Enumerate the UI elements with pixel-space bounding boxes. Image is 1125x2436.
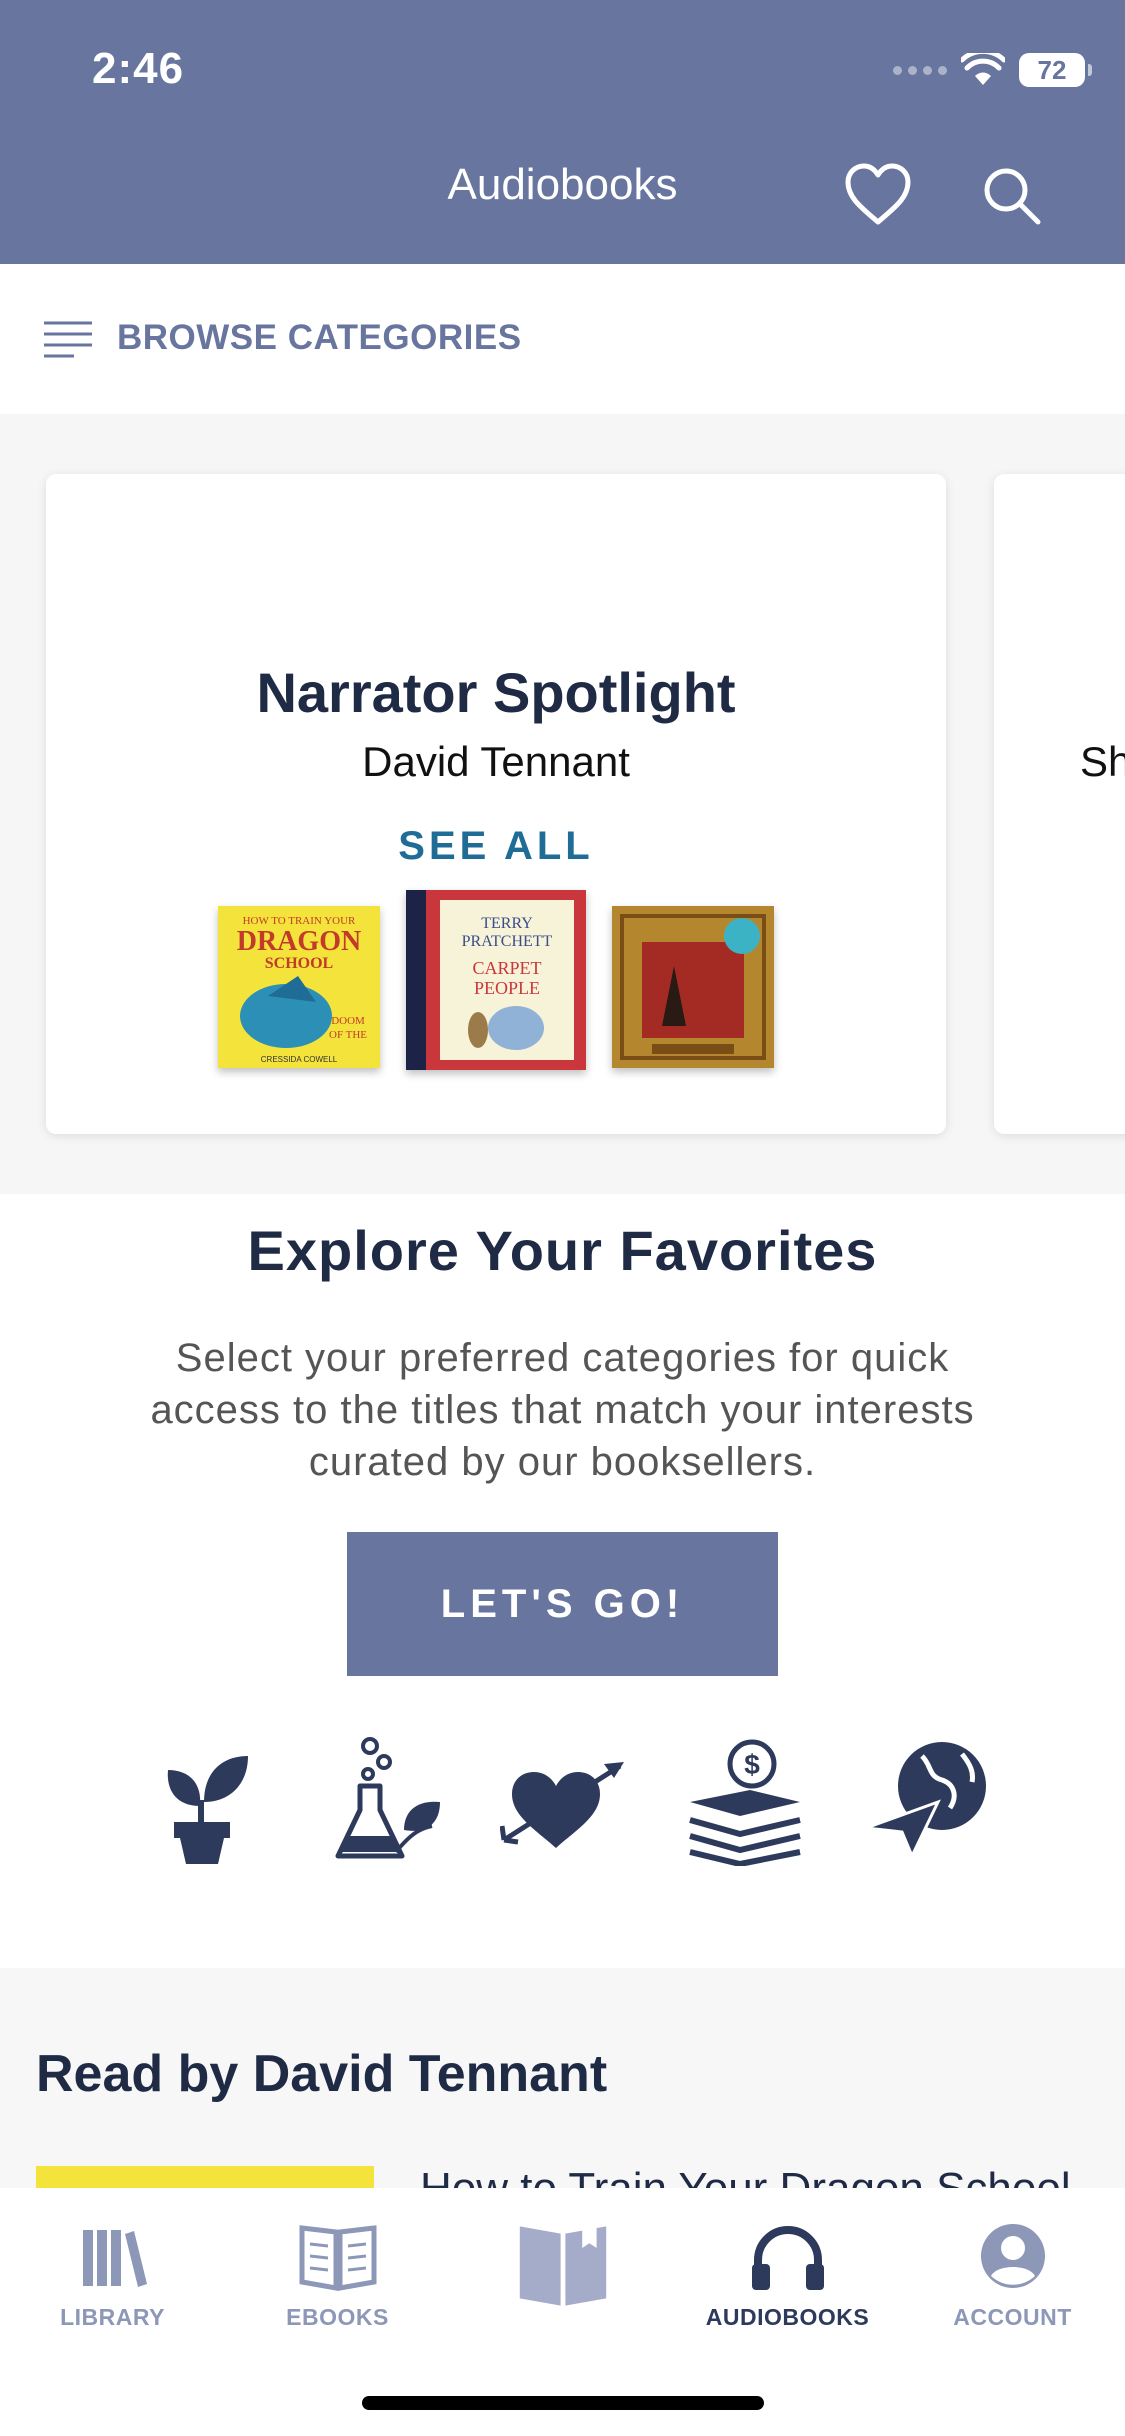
account-icon	[980, 2224, 1045, 2288]
svg-text:PEOPLE: PEOPLE	[474, 978, 540, 998]
read-by-book-title[interactable]: How to Train Your Dragon School	[420, 2164, 1071, 2188]
svg-text:TERRY: TERRY	[481, 915, 533, 932]
book-cover-dragon-school[interactable]: HOW TO TRAIN YOUR DRAGON SCHOOL DOOM OF …	[218, 906, 380, 1068]
browse-categories-label: BROWSE CATEGORIES	[117, 318, 522, 357]
heart-arrow-icon	[500, 1762, 624, 1848]
tab-label: EBOOKS	[286, 2304, 389, 2330]
battery-icon: 72	[1019, 53, 1092, 87]
next-spotlight-card[interactable]: Sh	[994, 474, 1125, 1134]
svg-text:SCHOOL: SCHOOL	[265, 955, 333, 972]
explore-favorites-title: Explore Your Favorites	[247, 1219, 878, 1282]
narrator-spotlight-card[interactable]: Narrator Spotlight David Tennant SEE ALL…	[46, 474, 946, 1134]
heart-icon	[845, 163, 911, 225]
ebook-icon	[299, 2225, 376, 2291]
tab-audiobooks[interactable]: AUDIOBOOKS	[675, 2216, 900, 2336]
plant-icon	[167, 1756, 248, 1864]
read-by-book-cover[interactable]	[36, 2166, 374, 2188]
narrator-name: David Tennant	[362, 738, 630, 785]
svg-text:DOOM: DOOM	[331, 1015, 365, 1027]
tab-book[interactable]	[450, 2216, 675, 2336]
see-all-link[interactable]: SEE ALL	[46, 824, 946, 869]
library-icon	[82, 2230, 147, 2287]
books-money-icon: $	[689, 1739, 801, 1866]
search-icon	[984, 168, 1041, 225]
svg-text:DRAGON: DRAGON	[237, 926, 361, 957]
tab-label: AUDIOBOOKS	[705, 2304, 870, 2330]
browse-categories-button[interactable]: BROWSE CATEGORIES	[0, 264, 1125, 414]
read-by-section: Read by David Tennant How to Train Your …	[0, 1968, 1125, 2188]
wifi-icon	[961, 53, 1005, 85]
tab-label: LIBRARY	[60, 2304, 165, 2330]
svg-text:CRESSIDA COWELL: CRESSIDA COWELL	[261, 1055, 338, 1064]
book-cover-carpet-people[interactable]: TERRY PRATCHETT CARPET PEOPLE	[406, 890, 586, 1070]
explore-description: Select your preferred categories for qui…	[150, 1336, 975, 1484]
menu-lines-icon	[44, 321, 92, 358]
lets-go-button[interactable]: LET'S GO!	[347, 1532, 778, 1676]
tab-ebooks[interactable]: EBOOKS	[225, 2216, 450, 2336]
headphones-icon	[751, 2226, 824, 2290]
card-title: Narrator Spotlight	[256, 661, 736, 724]
tab-label: ACCOUNT	[953, 2304, 1072, 2330]
tab-account[interactable]: ACCOUNT	[900, 2216, 1125, 2336]
svg-text:$: $	[744, 1749, 760, 1780]
status-indicators: 72	[893, 50, 1092, 90]
travel-globe-icon	[865, 1742, 986, 1860]
next-card-text: Sh	[1080, 738, 1125, 785]
search-button[interactable]	[980, 164, 1044, 228]
science-flask-icon	[335, 1737, 440, 1859]
spotlight-carousel[interactable]: Narrator Spotlight David Tennant SEE ALL…	[0, 414, 1125, 1194]
top-header: 2:46 72 Audiobooks	[0, 0, 1125, 264]
page-title: Audiobooks	[447, 160, 678, 209]
cellular-signal-icon	[893, 65, 947, 75]
book-bookmark-icon	[519, 2221, 606, 2306]
tab-library[interactable]: LIBRARY	[0, 2216, 225, 2336]
book-cover-dragon[interactable]	[612, 906, 774, 1068]
home-indicator	[362, 2396, 764, 2410]
section-title: Read by David Tennant	[36, 2045, 608, 2103]
svg-text:OF THE: OF THE	[329, 1029, 367, 1041]
svg-text:CARPET: CARPET	[472, 958, 541, 978]
status-time: 2:46	[92, 44, 185, 93]
favorites-button[interactable]	[842, 160, 914, 232]
svg-text:PRATCHETT: PRATCHETT	[462, 933, 553, 950]
